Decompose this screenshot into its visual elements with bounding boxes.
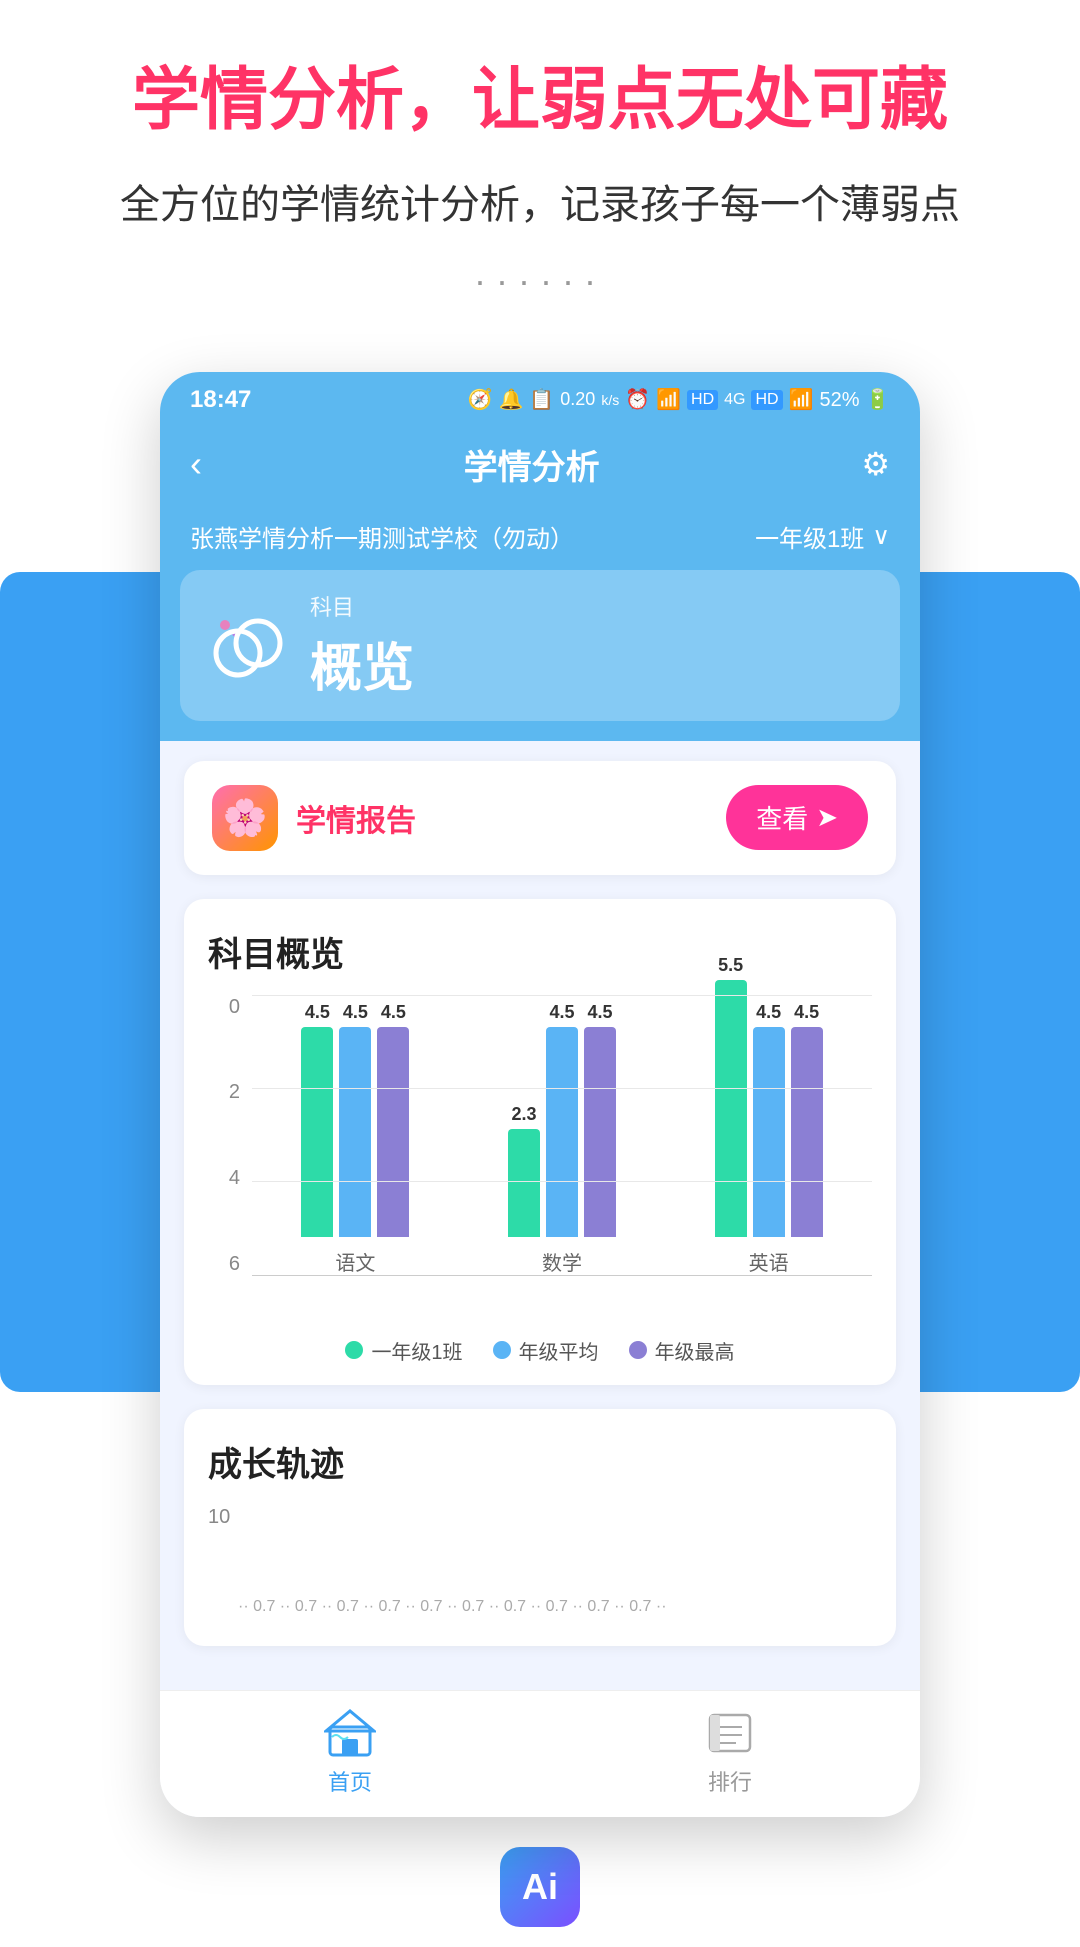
legend-class: 一年级1班	[345, 1336, 462, 1365]
bar-chinese-1: 4.5	[301, 1002, 333, 1237]
sub-title: 全方位的学情统计分析，记录孩子每一个薄弱点	[80, 172, 1000, 230]
tab-main-text: 概览	[310, 626, 870, 701]
content-area: 🌸 学情报告 查看 ➤ 科目概览 6 4 2	[160, 741, 920, 1690]
school-name: 张燕学情分析一期测试学校（勿动）	[190, 519, 755, 554]
arrow-icon: ➤	[816, 802, 838, 833]
back-button[interactable]: ‹	[190, 443, 202, 485]
legend-top: 年级最高	[629, 1336, 735, 1365]
ai-badge[interactable]: Ai	[500, 1847, 580, 1927]
view-report-button[interactable]: 查看 ➤	[726, 785, 868, 850]
bar-chart: 6 4 2 0	[208, 996, 872, 1316]
legend-avg: 年级平均	[493, 1336, 599, 1365]
phone-mockup: 18:47 🧭 🔔 📋 0.20 k/s ⏰ 📶 HD 4G HD 📶 52% …	[160, 372, 920, 1817]
bar-english-2: 4.5	[753, 1002, 785, 1237]
chart-legend: 一年级1班 年级平均 年级最高	[208, 1336, 872, 1365]
x-axis-line	[252, 1275, 872, 1276]
report-title: 学情报告	[296, 796, 416, 840]
nav-label-rank: 排行	[708, 1765, 752, 1797]
status-icons: 🧭 🔔 📋 0.20 k/s ⏰ 📶 HD 4G HD 📶 52% 🔋	[468, 387, 890, 412]
bar-label-chinese: 语文	[335, 1247, 375, 1276]
dropdown-icon: ∨	[872, 522, 890, 551]
header-title: 学情分析	[464, 440, 600, 489]
nav-label-home: 首页	[328, 1765, 372, 1797]
overview-tab-card[interactable]: 科目 概览	[180, 570, 900, 721]
school-bar: 张燕学情分析一期测试学校（勿动） 一年级1班 ∨	[160, 509, 920, 570]
grid-line-6	[252, 995, 872, 996]
settings-icon[interactable]: ⚙	[861, 445, 890, 483]
y-axis: 6 4 2 0	[208, 996, 248, 1276]
bar-label-math: 数学	[542, 1247, 582, 1276]
bars-row-chinese: 4.5 4.5 4.5	[301, 1002, 409, 1237]
bar-math-1: 2.3	[508, 1104, 540, 1236]
growth-chart: 10 ·· 0.7 ·· 0.7 ·· 0.7 ·· 0.7 ·· 0.7 ··…	[208, 1506, 872, 1626]
bar-chinese-3: 4.5	[377, 1002, 409, 1237]
report-left: 🌸 学情报告	[212, 785, 416, 851]
growth-data-row: ·· 0.7 ·· 0.7 ·· 0.7 ·· 0.7 ·· 0.7 ·· 0.…	[238, 1598, 872, 1616]
phone-screen: 18:47 🧭 🔔 📋 0.20 k/s ⏰ 📶 HD 4G HD 📶 52% …	[160, 372, 920, 1817]
nav-item-rank[interactable]: 排行	[704, 1707, 756, 1797]
tab-label: 科目	[310, 590, 870, 622]
dots-decoration: ······	[80, 260, 1000, 302]
chart-drawing-area: 4.5 4.5 4.5	[252, 996, 872, 1276]
status-bar: 18:47 🧭 🔔 📋 0.20 k/s ⏰ 📶 HD 4G HD 📶 52% …	[160, 372, 920, 424]
bar-math-2: 4.5	[546, 1002, 578, 1237]
grid-line-2	[252, 1181, 872, 1182]
bar-label-english: 英语	[749, 1247, 789, 1276]
class-selector[interactable]: 一年级1班 ∨	[755, 519, 890, 554]
bar-group-english: 5.5 4.5 4.5	[715, 955, 823, 1276]
legend-dot-avg	[493, 1341, 511, 1359]
subject-icon	[210, 605, 290, 685]
main-title: 学情分析，让弱点无处可藏	[80, 60, 1000, 142]
status-time: 18:47	[190, 386, 251, 414]
report-icon: 🌸	[212, 785, 278, 851]
growth-y-max: 10	[208, 1506, 230, 1529]
top-section: 学情分析，让弱点无处可藏 全方位的学情统计分析，记录孩子每一个薄弱点 ·····…	[0, 0, 1080, 372]
bar-english-3: 4.5	[791, 1002, 823, 1237]
class-name: 一年级1班	[755, 519, 864, 554]
bars-row-math: 2.3 4.5 4.5	[508, 1002, 616, 1237]
bottom-navigation: 首页 排行	[160, 1690, 920, 1817]
bar-group-math: 2.3 4.5 4.5	[508, 1002, 616, 1276]
bar-group-chinese: 4.5 4.5 4.5	[301, 1002, 409, 1276]
legend-dot-class	[345, 1341, 363, 1359]
bar-english-1: 5.5	[715, 955, 747, 1237]
bars-container: 4.5 4.5 4.5	[252, 996, 872, 1276]
subject-tabs-area: 科目 概览	[160, 570, 920, 741]
bar-chinese-2: 4.5	[339, 1002, 371, 1237]
nav-item-home[interactable]: 首页	[324, 1707, 376, 1797]
report-card: 🌸 学情报告 查看 ➤	[184, 761, 896, 875]
growth-section: 成长轨迹 10 ·· 0.7 ·· 0.7 ·· 0.7 ·· 0.7 ·· 0…	[184, 1409, 896, 1646]
rank-icon	[704, 1707, 756, 1759]
legend-dot-top	[629, 1341, 647, 1359]
grid-line-4	[252, 1088, 872, 1089]
bars-row-english: 5.5 4.5 4.5	[715, 955, 823, 1237]
bar-math-3: 4.5	[584, 1002, 616, 1237]
ai-label: Ai	[522, 1866, 558, 1908]
growth-section-title: 成长轨迹	[208, 1437, 872, 1486]
battery-status: 52% 🔋	[820, 387, 891, 412]
chart-section: 科目概览 6 4 2 0	[184, 899, 896, 1385]
app-header: ‹ 学情分析 ⚙	[160, 424, 920, 509]
home-icon	[324, 1707, 376, 1759]
tab-content: 科目 概览	[310, 590, 870, 701]
